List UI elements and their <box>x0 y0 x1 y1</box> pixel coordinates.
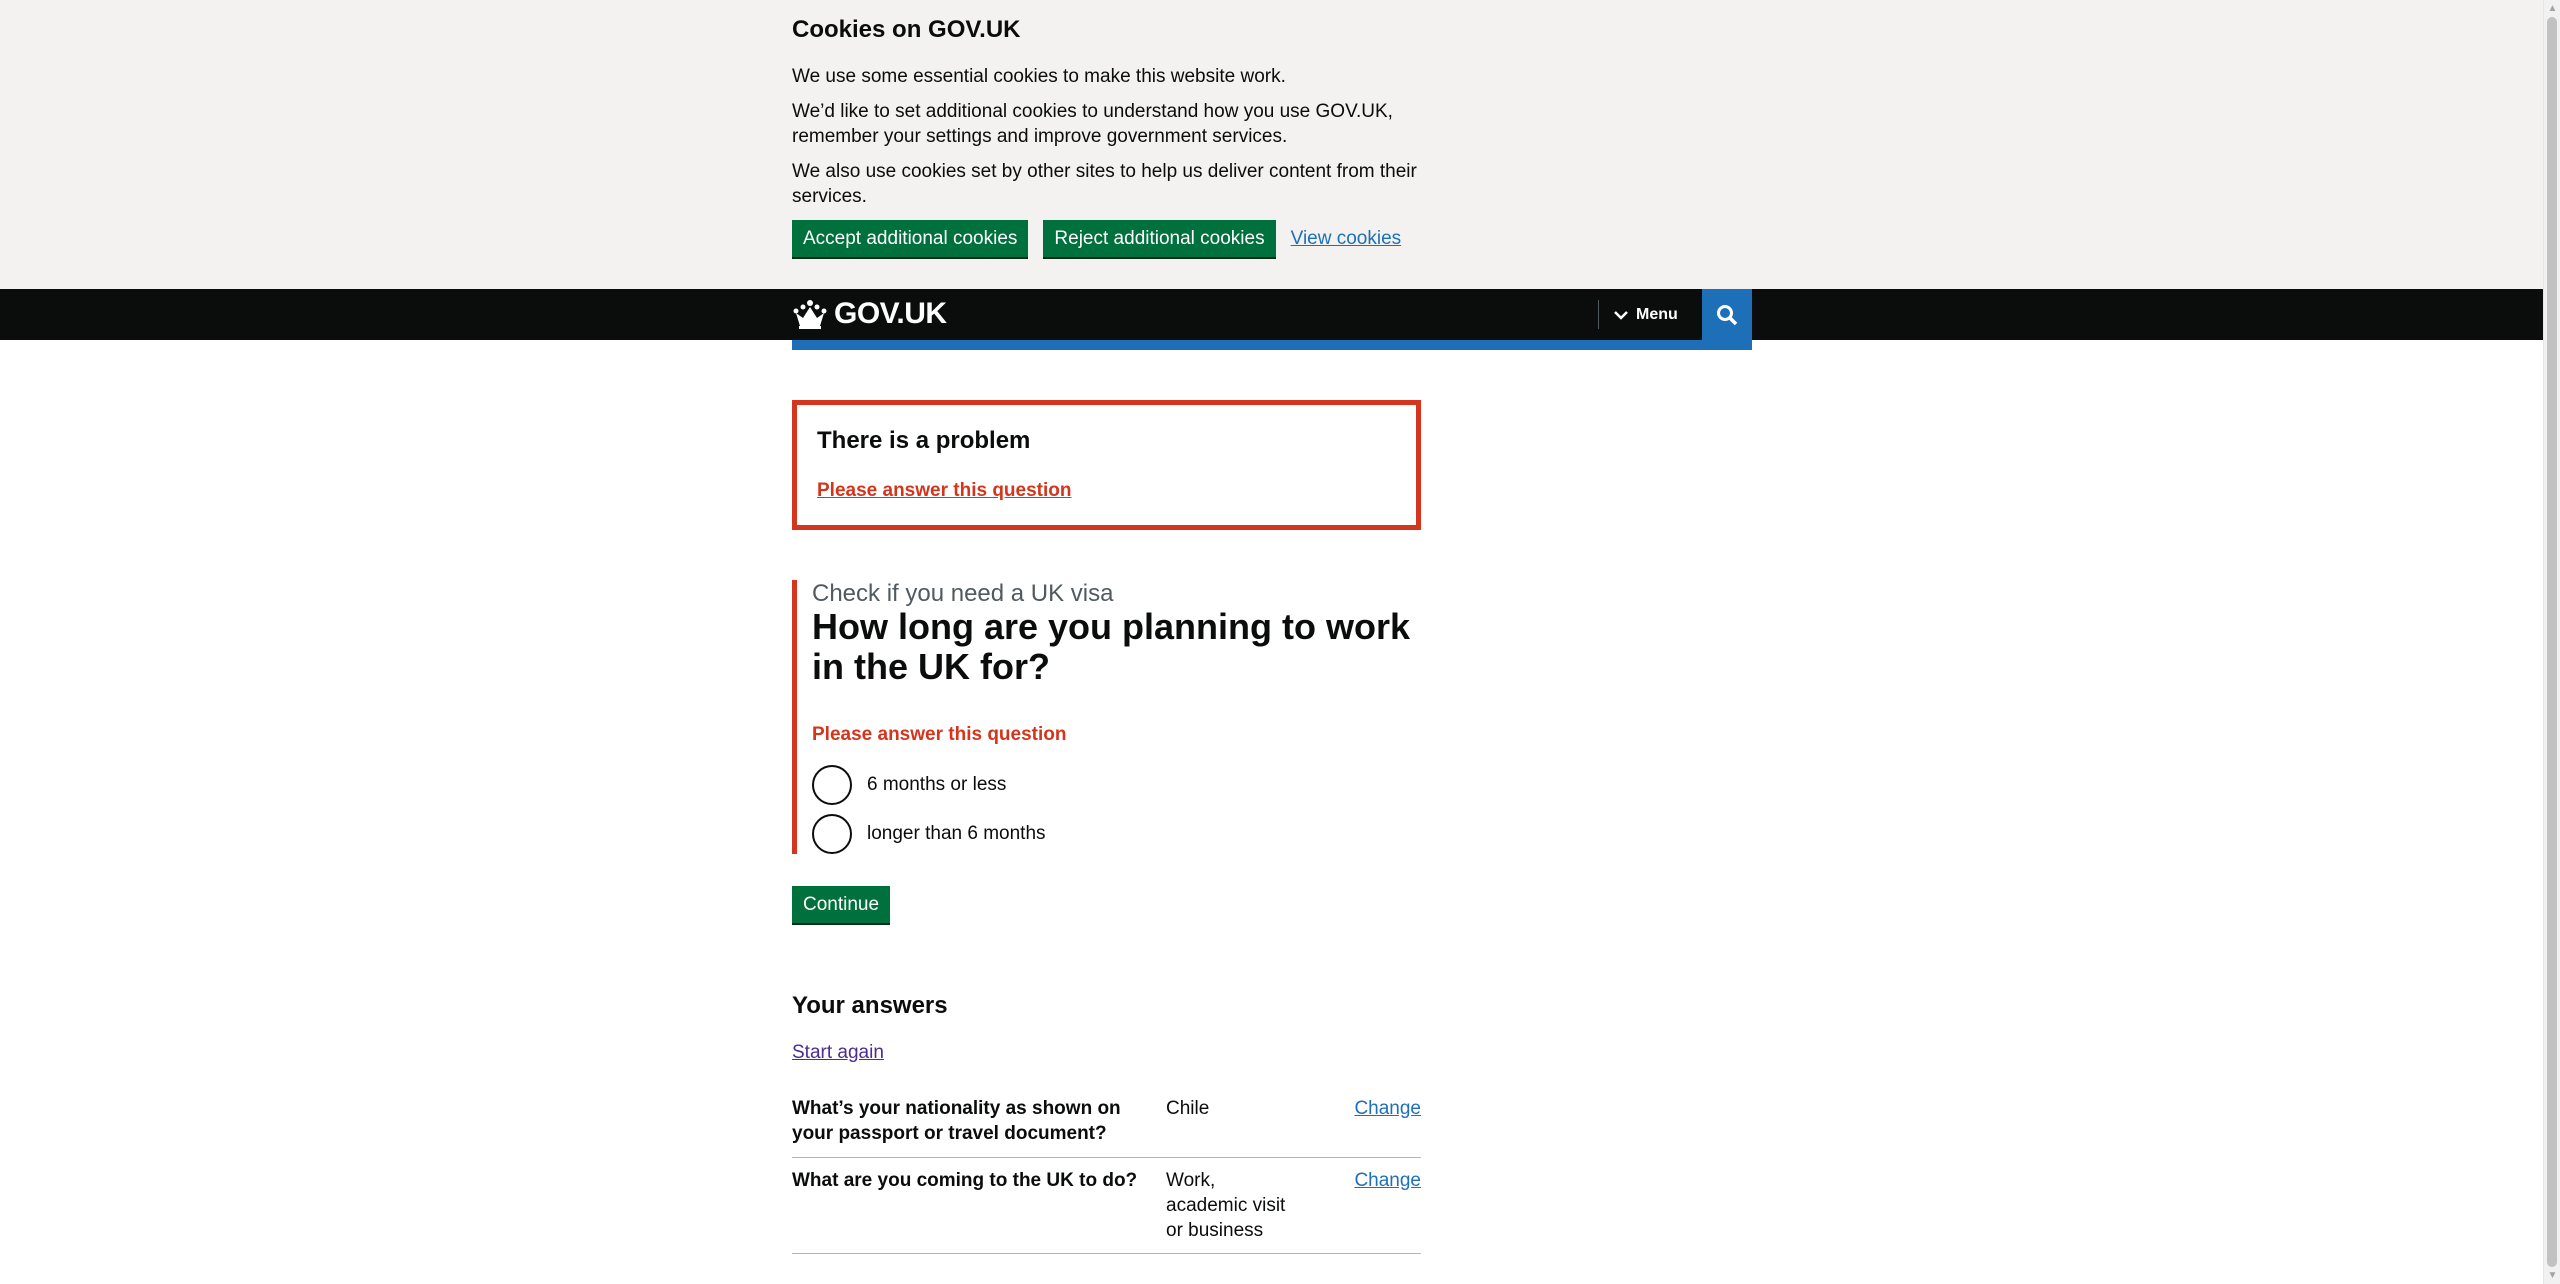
header-blue-bar <box>792 340 1752 350</box>
your-answers-heading: Your answers <box>792 992 948 1019</box>
change-link[interactable]: Change <box>1354 1168 1421 1193</box>
answer-value: Chile <box>1166 1098 1210 1119</box>
question-heading: How long are you planning to work in the… <box>812 606 1411 687</box>
answer-question: What are you coming to the UK to do? <box>792 1170 1138 1191</box>
scroll-up-arrow-icon[interactable]: ▲ <box>2544 0 2560 17</box>
radio-label[interactable]: 6 months or less <box>867 774 1006 796</box>
error-summary: There is a problem Please answer this qu… <box>792 400 1421 530</box>
radio-button[interactable] <box>812 765 852 805</box>
cookie-banner-title: Cookies on GOV.UK <box>792 16 1021 43</box>
question-caption: Check if you need a UK visa <box>812 580 1114 607</box>
error-summary-title: There is a problem <box>817 427 1031 454</box>
scroll-down-arrow-icon[interactable]: ▼ <box>2544 1267 2560 1284</box>
cookie-actions: Accept additional cookies Reject additio… <box>792 220 1401 257</box>
accept-cookies-button[interactable]: Accept additional cookies <box>792 220 1029 257</box>
radio-label[interactable]: longer than 6 months <box>867 823 1046 845</box>
header-divider <box>1598 300 1599 329</box>
site-header: GOV.UK Menu <box>0 289 2543 340</box>
menu-label: Menu <box>1636 305 1678 323</box>
start-again-link[interactable]: Start again <box>792 1042 884 1064</box>
govuk-logo-link[interactable]: GOV.UK <box>792 297 947 331</box>
question-form-group: Check if you need a UK visa How long are… <box>792 580 1432 854</box>
chevron-down-icon <box>1614 310 1628 320</box>
change-link[interactable]: Change <box>1354 1096 1421 1121</box>
search-button[interactable] <box>1702 289 1752 340</box>
cookie-paragraph: We use some essential cookies to make th… <box>792 66 1286 87</box>
answer-value: Work, academic visit or business <box>1166 1170 1286 1241</box>
cookie-paragraph: We also use cookies set by other sites t… <box>792 161 1417 207</box>
cookie-banner: Cookies on GOV.UK We use some essential … <box>0 0 2543 289</box>
reject-cookies-button[interactable]: Reject additional cookies <box>1043 220 1276 257</box>
view-cookies-link[interactable]: View cookies <box>1291 226 1402 251</box>
radio-button[interactable] <box>812 814 852 854</box>
answer-row: What’s your nationality as shown on your… <box>792 1094 1421 1158</box>
search-icon <box>1717 304 1738 325</box>
answer-row: What are you coming to the UK to do? Wor… <box>792 1166 1421 1254</box>
question-error-message: Please answer this question <box>812 724 1067 745</box>
scrollbar-thumb[interactable] <box>2547 17 2557 1267</box>
answer-question: What’s your nationality as shown on your… <box>792 1098 1121 1144</box>
radio-option-6-months-or-less[interactable]: 6 months or less <box>812 765 1006 805</box>
continue-button[interactable]: Continue <box>792 886 891 923</box>
logo-text: GOV.UK <box>834 297 947 330</box>
cookie-paragraph: We’d like to set additional cookies to u… <box>792 101 1393 147</box>
menu-button[interactable]: Menu <box>1614 299 1678 330</box>
radio-option-longer-than-6-months[interactable]: longer than 6 months <box>812 814 1046 854</box>
error-summary-link[interactable]: Please answer this question <box>817 480 1071 502</box>
crown-icon <box>793 300 827 329</box>
vertical-scrollbar[interactable]: ▲ ▼ <box>2543 0 2560 1284</box>
